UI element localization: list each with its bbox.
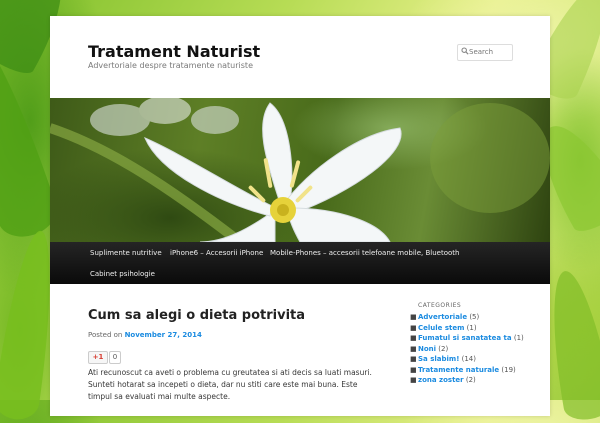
category-count: (14): [461, 355, 476, 363]
categories-heading: CATEGORIES: [418, 302, 462, 309]
site-description: Advertoriale despre tratamente naturiste: [88, 61, 253, 70]
search-icon: [461, 47, 469, 55]
post-meta: Posted on November 27, 2014: [88, 331, 202, 339]
category-item: ■ Celule stem (1): [410, 323, 477, 332]
category-count: (19): [501, 365, 516, 374]
category-link[interactable]: Advertoriale: [418, 313, 467, 321]
category-link[interactable]: Tratamente naturale: [418, 366, 499, 374]
category-count: (2): [438, 344, 449, 353]
category-item: ■ Advertoriale (5): [410, 313, 480, 321]
nav-item-iphone6[interactable]: iPhone6 – Accesorii iPhone: [170, 249, 263, 257]
category-item: ■ Sa slabim! (14): [410, 355, 476, 363]
category-link[interactable]: Noni: [418, 345, 436, 353]
nav-item-suplimente-nutritive[interactable]: Suplimente nutritive: [90, 249, 162, 257]
main-navigation: Suplimente nutritive iPhone6 – Accesorii…: [50, 242, 550, 284]
category-item: ■ Tratamente naturale (19): [410, 365, 516, 374]
nav-item-mobile-phones[interactable]: Mobile-Phones – accesorii telefoane mobi…: [270, 249, 459, 257]
category-count: (1): [513, 334, 524, 342]
google-plus-one-button[interactable]: +1: [88, 351, 108, 364]
category-item: ■ Noni (2): [410, 344, 449, 353]
category-count: (5): [469, 313, 480, 321]
post-title[interactable]: Cum sa alegi o dieta potrivita: [88, 308, 305, 323]
category-count: (1): [466, 323, 477, 332]
categories-list: ■ Advertoriale (5) ■ Celule stem (1) ■ Fuma…: [410, 312, 524, 386]
category-link[interactable]: Fumatul si sanatatea ta: [418, 334, 512, 342]
category-item: ■ Fumatul si sanatatea ta (1): [410, 334, 524, 342]
header-banner-image: [50, 98, 550, 242]
google-plus-count: 0: [109, 351, 121, 364]
post-excerpt: Ati recunoscut ca aveti o problema cu gr…: [88, 368, 372, 401]
posted-on-label: Posted on: [88, 331, 123, 339]
category-link[interactable]: zona zoster: [418, 376, 464, 384]
category-link[interactable]: Celule stem: [418, 324, 464, 332]
nav-item-cabinet-psihologie[interactable]: Cabinet psihologie: [90, 270, 155, 278]
search-box[interactable]: [457, 44, 513, 61]
site-title[interactable]: Tratament Naturist: [88, 42, 260, 61]
category-item: ■ zona zoster (2): [410, 376, 476, 384]
search-input[interactable]: [469, 45, 509, 59]
flower-illustration: [50, 98, 550, 242]
post-date-link[interactable]: November 27, 2014: [125, 331, 202, 339]
category-link[interactable]: Sa slabim!: [418, 355, 459, 363]
page-container: Tratament Naturist Advertoriale despre t…: [50, 16, 550, 416]
category-count: (2): [465, 376, 476, 384]
